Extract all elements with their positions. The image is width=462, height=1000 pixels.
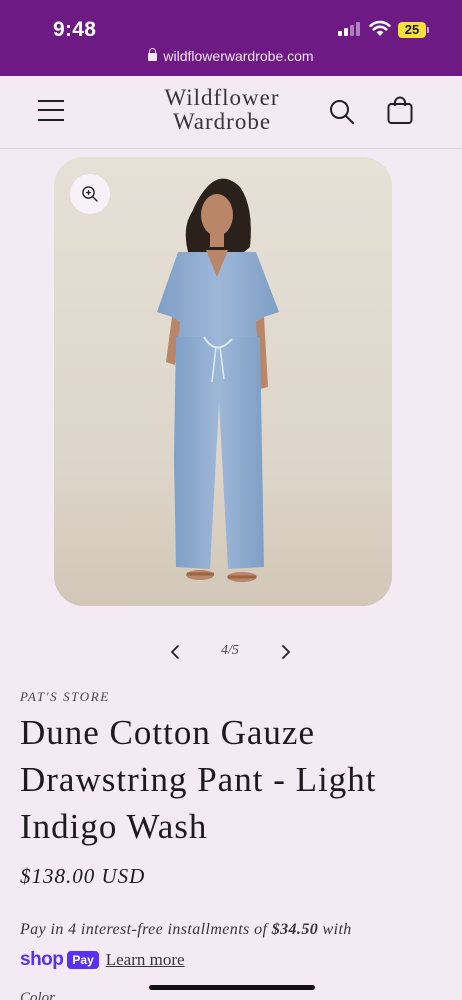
site-logo[interactable]: Wildflower Wardrobe [150,86,294,134]
next-slide-button[interactable] [279,643,293,666]
installment-amount: $34.50 [271,921,319,938]
zoom-in-icon [82,186,98,202]
installments-prefix: Pay in 4 interest-free installments of [20,921,272,938]
shop-pay-row: shop Pay Learn more [20,948,185,972]
product-image[interactable] [54,157,392,606]
shop-pay-badge: Pay [67,951,99,969]
wifi-icon [369,20,391,36]
learn-more-link[interactable]: Learn more [106,950,185,970]
status-bar: 9:48 25 wildflowerwardrobe.com [0,0,462,76]
home-indicator[interactable] [149,985,315,990]
installments-text: Pay in 4 interest-free installments of $… [20,921,450,939]
zoom-button[interactable] [70,174,110,214]
color-option-label: Color [20,990,56,1000]
search-button[interactable] [328,98,356,131]
shop-pay-logo: shop [20,949,64,970]
hamburger-icon [38,100,64,102]
battery-indicator: 25 [398,22,426,38]
chevron-right-icon [282,645,290,659]
brand-line-2: Wardrobe [172,109,272,134]
product-title: Dune Cotton Gauze Drawstring Pant - Ligh… [20,713,377,846]
menu-button[interactable] [38,98,66,124]
cart-icon [387,96,413,124]
cart-button[interactable] [386,96,414,131]
previous-slide-button[interactable] [168,643,182,666]
product-photo [54,157,392,606]
chevron-left-icon [171,645,179,659]
product-vendor: PAT'S STORE [20,689,110,704]
status-time: 9:48 [53,18,97,41]
slide-counter: 4/5 [221,643,239,658]
address-bar[interactable]: wildflowerwardrobe.com [0,48,462,64]
image-slider-nav: 4/5 [160,640,300,664]
cellular-signal-icon [338,22,362,36]
search-icon [330,100,354,124]
site-header: Wildflower Wardrobe [0,76,462,149]
installments-suffix: with [318,921,352,938]
brand-line-1: Wildflower [164,85,280,110]
url-text: wildflowerwardrobe.com [163,48,314,64]
battery-cap [427,27,429,33]
product-price: $138.00 USD [20,864,146,888]
lock-icon [148,48,158,61]
